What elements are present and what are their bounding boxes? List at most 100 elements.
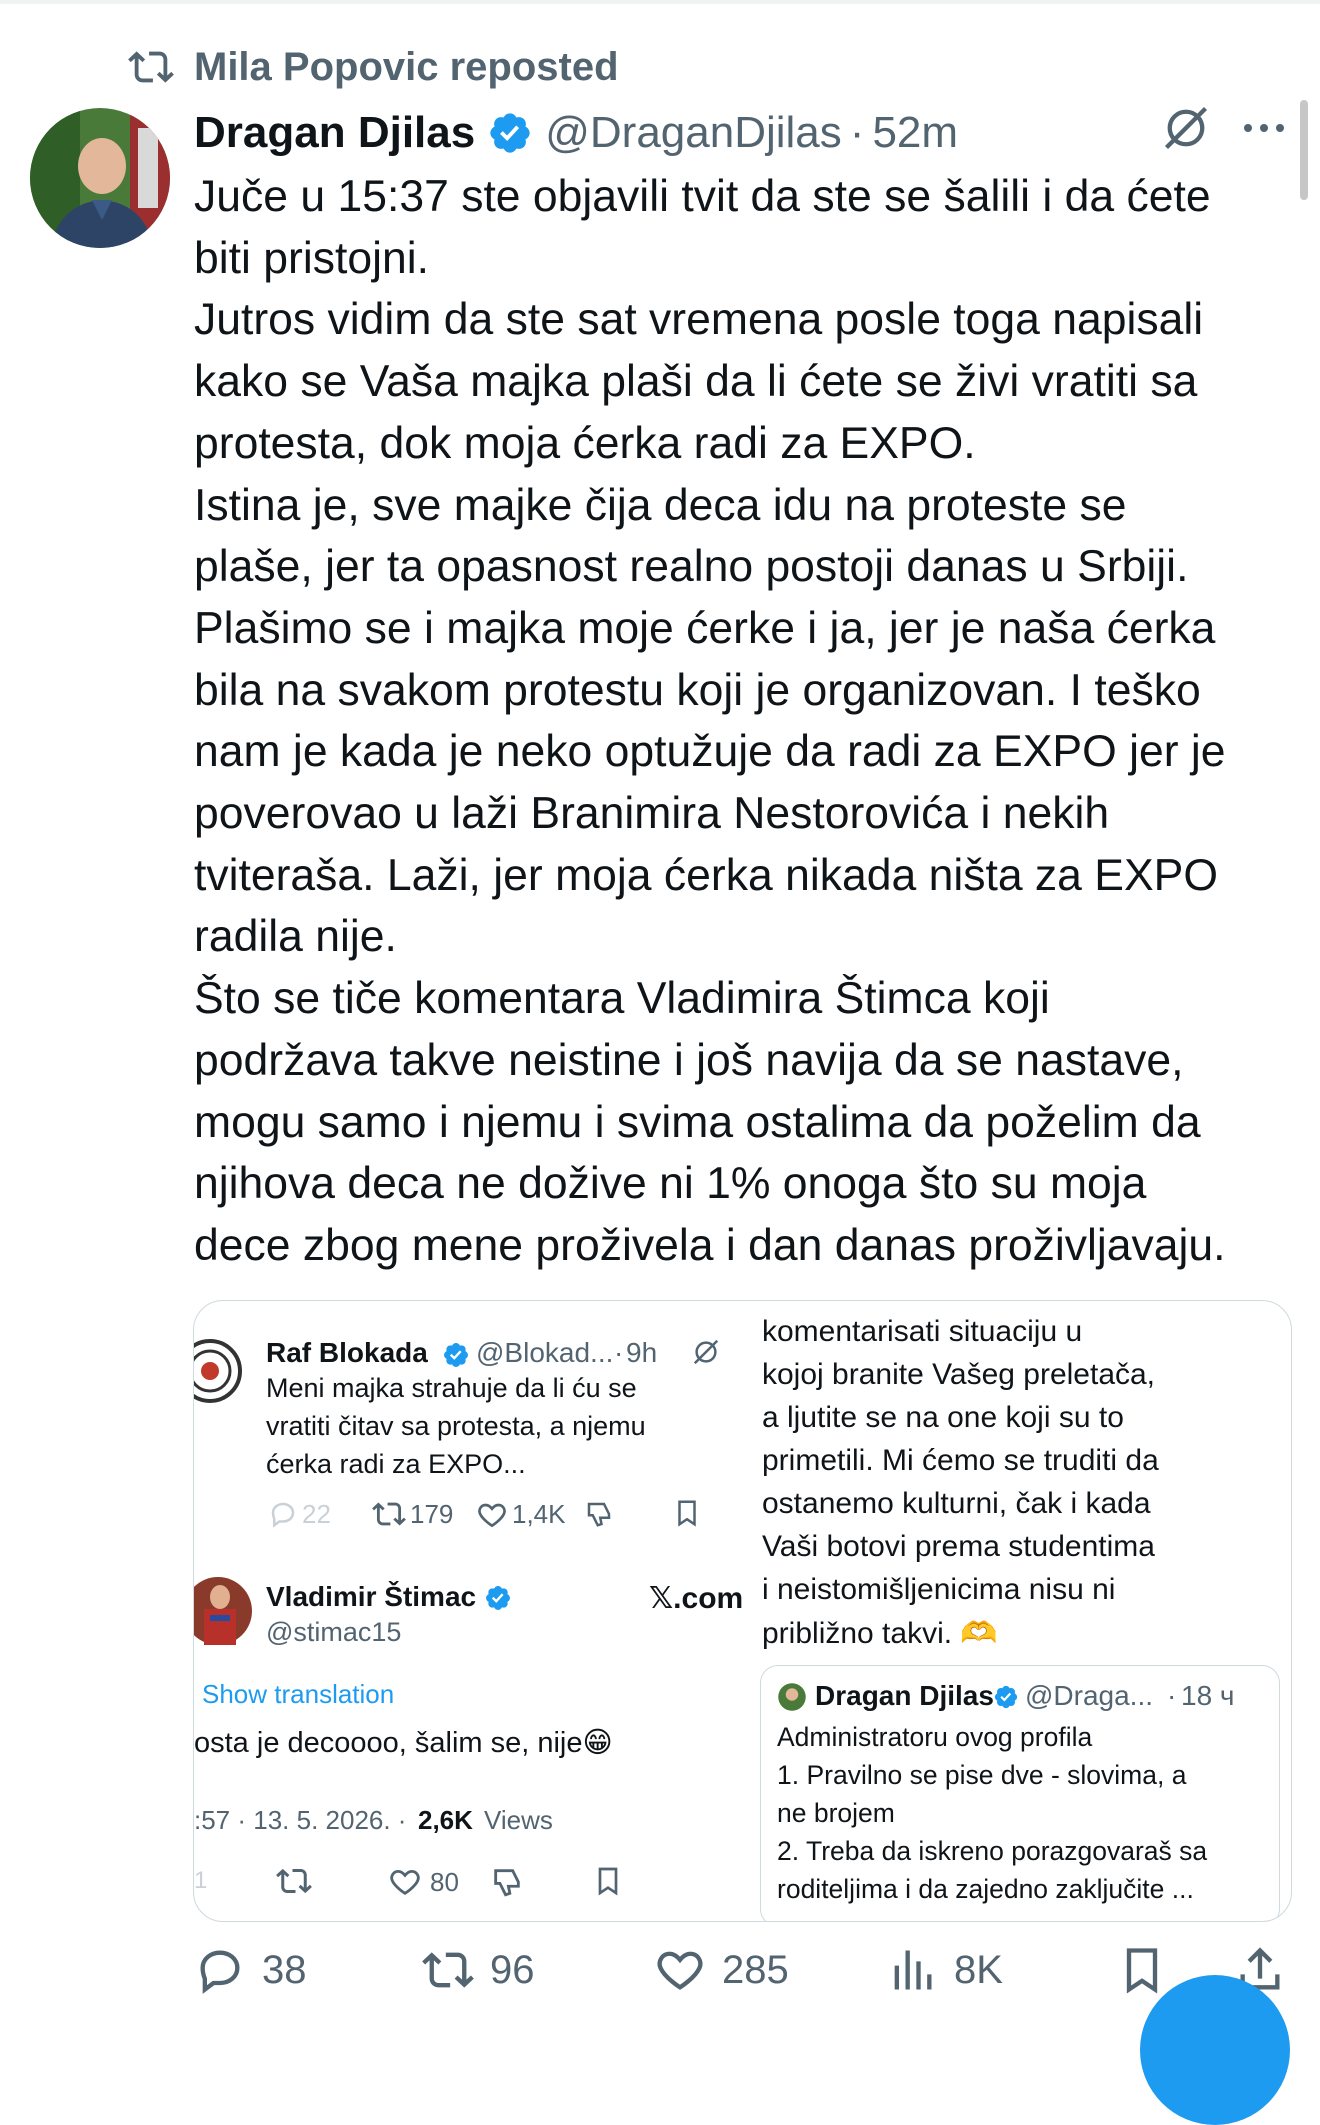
like-button[interactable]: 285 — [654, 1940, 789, 2000]
repost-icon — [372, 1502, 406, 1526]
separator-dot: · — [614, 1337, 624, 1368]
dislike-icon — [587, 1502, 611, 1527]
reply-text-line: kojoj branite Vašeg preletača, — [762, 1358, 1156, 1391]
attached-image[interactable]: Raf Blokada @Blokad... · 9h Meni majka s… — [193, 1300, 1292, 1922]
repost-button[interactable]: 96 — [422, 1940, 535, 2000]
avatar[interactable] — [30, 108, 170, 248]
tweet-text-line: podržava takve neistine i još navija da … — [194, 1035, 1184, 1085]
raf-blokada-handle: @Blokad... — [476, 1337, 614, 1368]
tweet-text-line: radila nije. — [194, 912, 397, 962]
compose-fab-button[interactable] — [1140, 1975, 1290, 2125]
bookmark-icon — [1126, 1948, 1158, 1994]
repost-count: 96 — [490, 1947, 535, 1992]
reply-icon — [200, 1950, 240, 1994]
stimac-reply-count: 1 — [194, 1867, 208, 1894]
reply-text-line: ostanemo kulturni, čak i kada — [762, 1487, 1151, 1520]
raf-blokada-avatar — [194, 1339, 242, 1403]
dislike-icon — [494, 1869, 520, 1897]
like-icon — [390, 1869, 420, 1896]
quoted-tweet-card: Dragan Djilas @Draga... · 18 ч Administr… — [760, 1665, 1280, 1921]
repost-count: 179 — [410, 1499, 454, 1529]
grok-icon — [693, 1339, 719, 1365]
reply-count: 22 — [302, 1499, 331, 1529]
tweet-text-line: nam je kada je neko optužuje da radi za … — [194, 727, 1226, 777]
tweet-text-line: Juče u 15:37 ste objavili tvit da ste se… — [194, 172, 1211, 221]
stimac-name: Vladimir Štimac — [266, 1581, 477, 1612]
scrollbar[interactable] — [1300, 100, 1308, 200]
show-translation-link: Show translation — [202, 1679, 395, 1709]
quoted-handle: @Draga... — [1025, 1680, 1154, 1711]
repost-icon — [276, 1868, 312, 1894]
reply-text-line: i neistomišljenicima nisu ni — [762, 1573, 1116, 1606]
stimac-views-count: 2,6K — [418, 1805, 473, 1835]
stimac-avatar — [194, 1577, 252, 1645]
tweet-text-line: dece zbog mene proživela i dan danas pro… — [194, 1220, 1226, 1270]
like-icon — [478, 1503, 506, 1528]
tweet-text-line: njihova deca ne dožive ni 1% onoga što s… — [194, 1159, 1147, 1209]
views-chart-icon — [894, 1950, 932, 1990]
views-count: 8K — [954, 1947, 1003, 1992]
tweet-text-line: Što se tiče komentara Vladimira Štimca k… — [194, 974, 1050, 1024]
top-divider — [0, 0, 1320, 4]
bookmark-icon — [678, 1500, 696, 1527]
tweet-text-line: poverovao u laži Branimira Nestorovića i… — [194, 789, 1110, 839]
views-button[interactable]: 8K — [886, 1940, 1003, 2000]
reply-count: 38 — [262, 1947, 307, 1992]
author-handle[interactable]: @DraganDjilas — [545, 108, 842, 158]
bookmark-icon — [598, 1867, 618, 1896]
image-left-screenshot[interactable]: Raf Blokada @Blokad... · 9h Meni majka s… — [194, 1301, 754, 1921]
reply-text-line: primetili. Mi ćemo se truditi da — [762, 1444, 1159, 1477]
grok-icon[interactable] — [1160, 102, 1212, 154]
quoted-text-line: 1. Pravilno se pise dve - slovima, a — [777, 1760, 1187, 1790]
tweet-text-line: plaše, jer ta opasnost realno postoji da… — [194, 542, 1189, 592]
stimac-timestamp: :57 · 13. 5. 2026. · — [194, 1805, 407, 1835]
separator-dot: · — [1167, 1680, 1177, 1711]
verified-badge-icon — [994, 1685, 1018, 1709]
raf-blokada-time: 9h — [626, 1337, 658, 1368]
quoted-author-name: Dragan Djilas — [815, 1680, 994, 1711]
repost-indicator[interactable]: Mila Popovic reposted — [128, 42, 619, 92]
quoted-text-line: roditeljima i da zajedno zaključite ... — [777, 1874, 1194, 1904]
timestamp[interactable]: 52m — [872, 108, 958, 158]
tweet-text-line: protesta, dok moja ćerka radi za EXPO. — [194, 418, 976, 468]
author-name[interactable]: Dragan Djilas — [194, 108, 475, 158]
like-count: 285 — [722, 1947, 789, 1992]
tweet-text-line: Jutros vidim da ste sat vremena posle to… — [194, 295, 1204, 345]
quoted-text-line: Administratoru ovog profila — [777, 1722, 1093, 1752]
more-options-icon[interactable] — [1240, 108, 1288, 148]
repost-icon — [422, 1952, 474, 1988]
raf-blokada-text-line: Meni majka strahuje da li ću se — [266, 1373, 637, 1403]
stimac-handle: @stimac15 — [266, 1617, 402, 1647]
reply-text-line: komentarisati situaciju u — [762, 1315, 1083, 1348]
separator-dot: · — [849, 108, 865, 157]
raf-blokada-text-line: vratiti čitav sa protesta, a njemu — [266, 1411, 646, 1441]
reply-text-line: Vaši botovi prema studentima — [762, 1530, 1155, 1563]
stimac-text: osta je decoooo, šalim se, nije😁 — [194, 1727, 613, 1759]
raf-blokada-text-line: ćerka radi za EXPO... — [266, 1449, 526, 1479]
tweet-text-line: Plašimo se i majka moje ćerke i ja, jer … — [194, 603, 1216, 653]
verified-badge-icon — [444, 1343, 468, 1367]
like-count: 1,4K — [512, 1499, 566, 1529]
tweet-text-line: Istina je, sve majke čija deca idu na pr… — [194, 480, 1127, 530]
reply-text-line: a ljutite se na one koji su to — [762, 1401, 1124, 1434]
reply-text-line: približno takvi. 🫶 — [762, 1617, 998, 1650]
verified-badge-icon — [486, 1586, 510, 1610]
repost-icon — [128, 51, 174, 83]
quoted-avatar — [778, 1683, 806, 1711]
x-brand-logo: 𝕏.com — [649, 1582, 744, 1615]
image-right-screenshot[interactable]: komentarisati situaciju u kojoj branite … — [758, 1301, 1291, 1921]
tweet-text: Juče u 15:37 ste objavili tvit da ste se… — [194, 166, 1294, 1277]
quoted-time: 18 ч — [1181, 1680, 1235, 1711]
quoted-text-line: ne brojem — [777, 1798, 895, 1828]
like-icon — [657, 1951, 703, 1990]
repost-text: Mila Popovic reposted — [194, 44, 619, 89]
action-bar: 38 96 285 8K — [194, 1940, 1304, 2000]
verified-badge-icon — [490, 113, 530, 153]
tweet-text-line: biti pristojni. — [194, 233, 429, 283]
reply-button[interactable]: 38 — [194, 1940, 307, 2000]
tweet-text-line: tviteraša. Laži, jer moja ćerka nikada n… — [194, 850, 1218, 900]
raf-blokada-name: Raf Blokada — [266, 1337, 428, 1368]
tweet-text-line: bila na svakom protestu koji je organizo… — [194, 665, 1201, 715]
quoted-text-line: 2. Treba da iskreno porazgovaraš sa — [777, 1836, 1208, 1866]
stimac-views-label: Views — [484, 1805, 553, 1835]
